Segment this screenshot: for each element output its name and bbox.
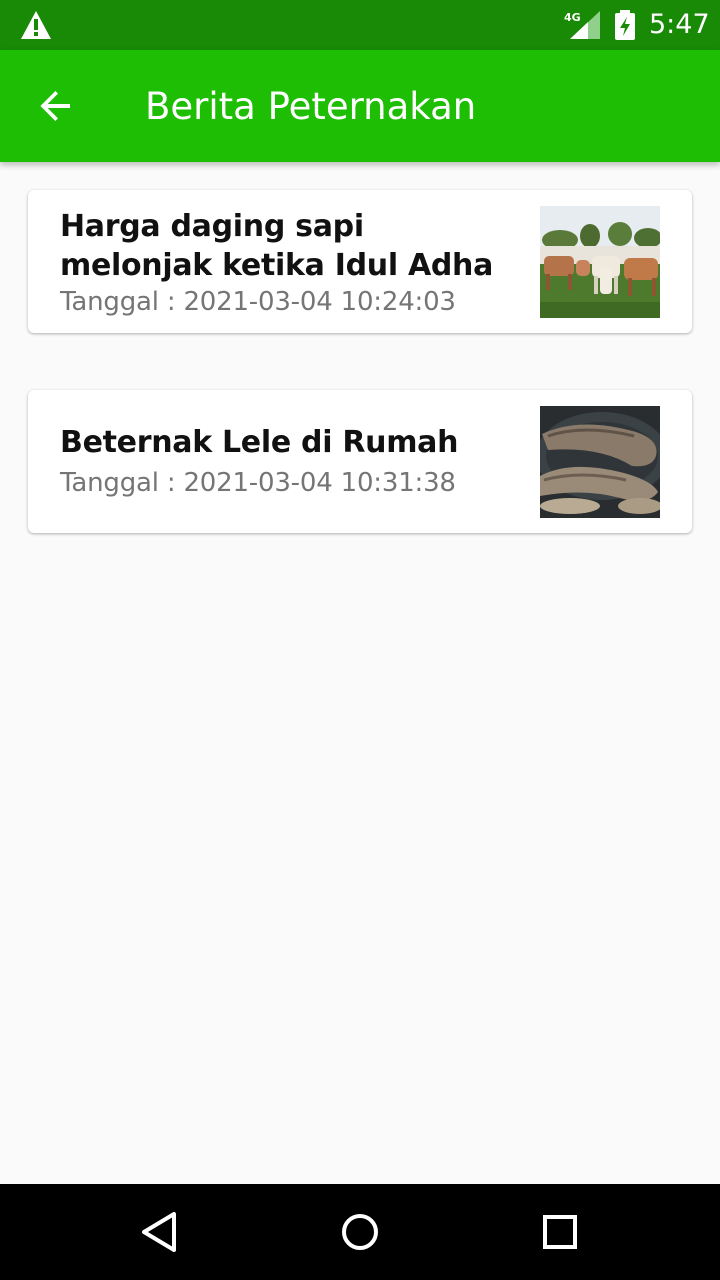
status-clock: 5:47	[649, 9, 710, 40]
catfish-photo	[540, 406, 660, 518]
cellular-signal-icon: 4G	[564, 11, 600, 39]
news-card-text: Harga daging sapi melonjak ketika Idul A…	[60, 190, 520, 333]
news-date: Tanggal : 2021-03-04 10:31:38	[60, 468, 456, 498]
news-title: Harga daging sapi melonjak ketika Idul A…	[60, 209, 494, 283]
battery-charging-icon	[615, 10, 635, 40]
app-bar: Berita Peternakan	[0, 50, 720, 162]
news-title: Beternak Lele di Rumah	[60, 425, 459, 460]
back-triangle-icon[interactable]	[136, 1208, 184, 1256]
news-card[interactable]: Harga daging sapi melonjak ketika Idul A…	[28, 190, 692, 333]
network-type-label: 4G	[564, 11, 581, 24]
home-circle-icon[interactable]	[336, 1208, 384, 1256]
warning-icon	[21, 11, 51, 39]
navigation-bar	[0, 1184, 720, 1280]
news-list: Harga daging sapi melonjak ketika Idul A…	[28, 190, 692, 590]
news-card-text: Beternak Lele di Rumah Tanggal : 2021-03…	[60, 390, 520, 533]
arrow-back-icon	[40, 91, 70, 121]
news-card[interactable]: Beternak Lele di Rumah Tanggal : 2021-03…	[28, 390, 692, 533]
back-button[interactable]	[28, 78, 84, 134]
cattle-herd-photo	[540, 206, 660, 318]
news-date: Tanggal : 2021-03-04 10:24:03	[60, 287, 456, 317]
recents-square-icon[interactable]	[536, 1208, 584, 1256]
status-bar: 4G 5:47	[0, 0, 720, 50]
page-title: Berita Peternakan	[145, 85, 477, 128]
